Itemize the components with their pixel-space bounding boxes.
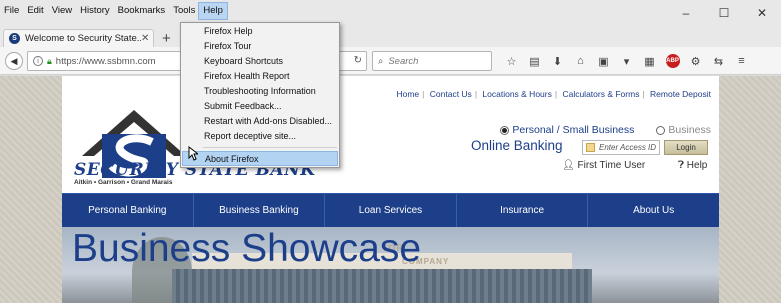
back-button[interactable]: ◀ [5,52,23,70]
access-id-input[interactable]: Enter Access ID [582,140,660,155]
hero-title: Business Showcase [72,227,422,270]
padlock-icon [586,143,595,152]
menu-bar: File Edit View History Bookmarks Tools H… [0,0,781,25]
new-tab-button[interactable]: + [162,30,171,47]
reload-icon[interactable]: ↻ [354,55,362,66]
link-contact-us[interactable]: Contact Us [430,89,472,99]
bank-logo-locations: Aitkin • Garrison • Grand Marais [74,179,173,186]
wrench-icon[interactable]: ⚙ [684,52,707,70]
menu-item-firefox-tour[interactable]: Firefox Tour [181,39,339,54]
radio-personal-label[interactable]: Personal / Small Business [512,124,634,136]
tab-title: Welcome to Security State... [25,33,141,44]
info-icon[interactable]: i [33,56,43,66]
pocket-icon[interactable]: ▾ [615,52,638,70]
mouse-cursor-icon [188,146,198,161]
menu-item-about-firefox[interactable]: About Firefox [182,151,338,166]
site-container: SECURITY STATE BANK Aitkin • Garrison • … [62,76,719,303]
hero-banner: TOR COMPANY Business Showcase [62,227,719,303]
menu-item-firefox-help[interactable]: Firefox Help [181,24,339,39]
account-type-selector: Personal / Small Business Business [500,124,711,136]
question-icon: ❓︎ [678,160,685,171]
menu-help[interactable]: Help [198,2,228,20]
menu-bookmarks[interactable]: Bookmarks [114,0,170,25]
menu-item-keyboard-shortcuts[interactable]: Keyboard Shortcuts [181,54,339,69]
site-favicon-icon: S [9,33,20,44]
menu-item-health-report[interactable]: Firefox Health Report [181,69,339,84]
help-link[interactable]: ❓︎ Help [678,160,707,171]
lock-icon[interactable]: 🔒︎ [47,56,52,67]
tab-bar: S Welcome to Security State... ✕ + [0,25,781,47]
adblock-icon[interactable]: ABP [661,52,684,70]
radio-business[interactable] [656,125,666,135]
radio-business-label[interactable]: Business [668,124,711,136]
search-placeholder: Search [388,55,419,67]
extension-icon[interactable]: ▦ [638,52,661,70]
minimize-button[interactable]: – [667,0,705,25]
back-arrow-icon: ◀ [10,55,18,66]
nav-insurance[interactable]: Insurance [457,194,589,227]
link-locations-hours[interactable]: Locations & Hours [482,89,551,99]
nav-loan-services[interactable]: Loan Services [325,194,457,227]
web-page: SECURITY STATE BANK Aitkin • Garrison • … [0,76,781,303]
hamburger-menu-icon[interactable]: ≡ [730,52,753,70]
window-controls: – ☐ ✕ [667,0,781,25]
link-home[interactable]: Home [396,89,419,99]
maximize-button[interactable]: ☐ [705,0,743,25]
user-icon: 👤︎ [562,160,575,171]
hero-roof [172,269,592,303]
menu-separator [203,147,337,148]
close-tab-icon[interactable]: ✕ [141,33,153,44]
search-icon: ⌕ [378,55,384,67]
search-bar[interactable]: ⌕ Search [372,51,492,71]
access-id-placeholder: Enter Access ID [599,143,657,152]
first-time-user-link[interactable]: 👤︎ First Time User [562,160,645,171]
download-icon[interactable]: ⬇ [546,52,569,70]
home-icon[interactable]: ⌂ [569,52,592,70]
toolbar-icons: ☆ ▤ ⬇ ⌂ ▣ ▾ ▦ ABP ⚙ ⇆ ≡ [500,52,753,70]
menu-history[interactable]: History [76,0,114,25]
close-window-button[interactable]: ✕ [743,0,781,25]
reader-icon[interactable]: ▤ [523,52,546,70]
bookmark-star-icon[interactable]: ☆ [500,52,523,70]
top-links: Home | Contact Us | Locations & Hours | Cal… [396,89,711,99]
nav-business-banking[interactable]: Business Banking [194,194,326,227]
menu-view[interactable]: View [48,0,76,25]
menu-item-submit-feedback[interactable]: Submit Feedback... [181,99,339,114]
main-nav: Personal Banking Business Banking Loan S… [62,193,719,227]
nav-about-us[interactable]: About Us [588,194,719,227]
navigation-toolbar: ◀ i 🔒︎ https://www.ssbmn.com ↻ ⌕ Search … [0,47,781,75]
online-banking-label: Online Banking [471,138,563,153]
link-calculators-forms[interactable]: Calculators & Forms [562,89,639,99]
tab-security-state[interactable]: S Welcome to Security State... ✕ [3,29,154,47]
screenshot-icon[interactable]: ▣ [592,52,615,70]
radio-personal[interactable] [500,125,510,135]
help-menu-dropdown: Firefox Help Firefox Tour Keyboard Short… [180,22,340,168]
nav-personal-banking[interactable]: Personal Banking [62,194,194,227]
sync-icon[interactable]: ⇆ [707,52,730,70]
login-button[interactable]: Login [664,140,708,155]
menu-file[interactable]: File [0,0,23,25]
menu-item-troubleshooting[interactable]: Troubleshooting Information [181,84,339,99]
url-text[interactable]: https://www.ssbmn.com [56,56,156,67]
menu-item-report-deceptive-site[interactable]: Report deceptive site... [181,129,339,144]
link-remote-deposit[interactable]: Remote Deposit [650,89,711,99]
menu-edit[interactable]: Edit [23,0,47,25]
menu-item-restart-addons-disabled[interactable]: Restart with Add-ons Disabled... [181,114,339,129]
